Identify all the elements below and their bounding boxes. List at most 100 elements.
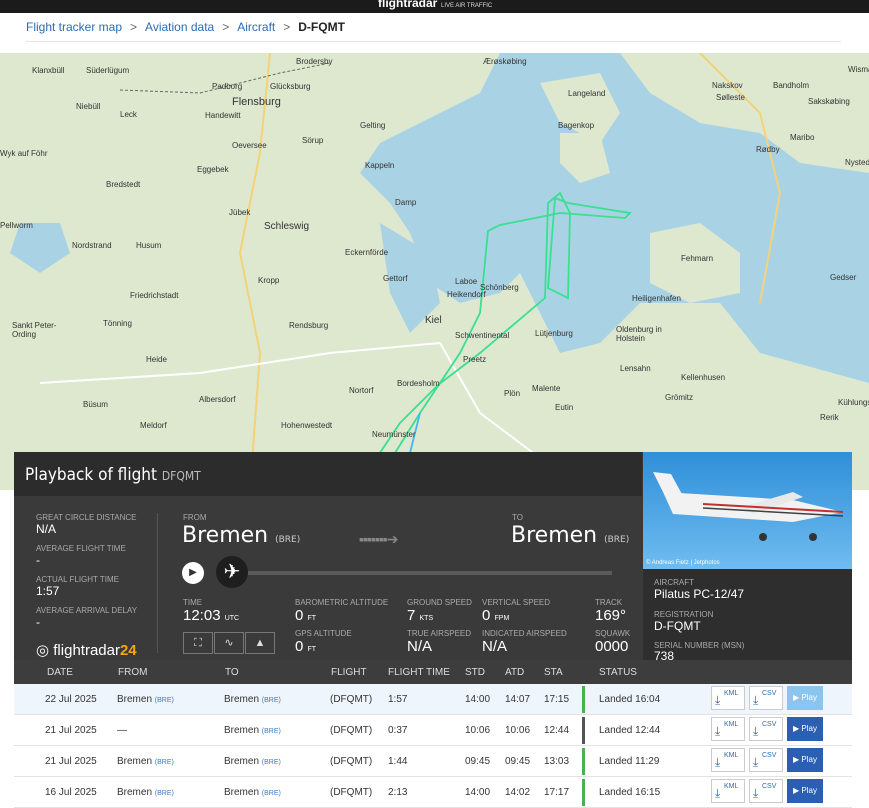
map-place-label: Lütjenburg	[535, 329, 573, 338]
play-flight-button[interactable]: ▶ Play	[787, 748, 823, 772]
cell-from[interactable]: Bremen (BRE)	[117, 756, 174, 767]
map-place-label: Oldenburg in Holstein	[616, 325, 662, 343]
play-flight-button[interactable]: ▶ Play	[787, 686, 823, 710]
fit-view-button[interactable]: ⛶	[183, 632, 213, 654]
indicated-airspeed-label: INDICATED AIRSPEED	[482, 629, 567, 638]
cell-from[interactable]: Bremen (BRE)	[117, 787, 174, 798]
vertical-speed-label: VERTICAL SPEED	[482, 598, 551, 607]
play-flight-button[interactable]: ▶ Play	[787, 779, 823, 803]
altitude-graph-button[interactable]: ▲	[245, 632, 275, 654]
map-place-label: Kropp	[258, 276, 280, 285]
true-airspeed-label: TRUE AIRSPEED	[407, 629, 472, 638]
vs-value-text: 0	[482, 607, 491, 624]
cell-sta: 17:17	[544, 787, 570, 798]
table-row[interactable]: 21 Jul 2025 Bremen (BRE) Bremen (BRE) (D…	[14, 746, 852, 777]
actual-flight-time-value: 1:57	[36, 584, 60, 598]
kml-download-button[interactable]: KML	[711, 779, 745, 803]
column-from: FROM	[118, 667, 148, 678]
plane-icon[interactable]: ✈	[216, 556, 248, 588]
csv-download-button[interactable]: CSV	[749, 717, 783, 741]
playback-timeline-slider[interactable]	[248, 571, 612, 575]
kml-download-button[interactable]: KML	[711, 717, 745, 741]
map-place-label: Rødby	[756, 145, 780, 154]
table-row[interactable]: 16 Jul 2025 Bremen (BRE) Bremen (BRE) (D…	[14, 777, 852, 808]
from-airport[interactable]: Bremen (BRE)	[182, 523, 300, 548]
cell-atd: 09:45	[505, 756, 531, 767]
cell-from[interactable]: Bremen (BRE)	[117, 694, 174, 705]
ground-speed-value: 7 KTS	[407, 607, 433, 624]
cell-to-code: (BRE)	[261, 759, 281, 766]
map-place-label: Padborg	[212, 82, 243, 91]
cell-flight: (DFQMT)	[330, 756, 373, 767]
map-place-label: Fehmarn	[681, 254, 714, 263]
status-indicator	[582, 717, 585, 744]
map-place-label: Glücksburg	[270, 82, 311, 91]
cell-to[interactable]: Bremen (BRE)	[224, 725, 281, 736]
route-arrow-icon: ▪▪▪▪▪▪▪➔	[359, 531, 398, 547]
breadcrumb-aircraft[interactable]: Aircraft	[237, 20, 275, 34]
flight-map[interactable]: Klanxbüll Süderlügum Padborg Glücksburg …	[0, 53, 869, 490]
map-place-label: Pellworm	[0, 221, 33, 230]
gs-unit: KTS	[419, 615, 434, 622]
cell-atd: 14:07	[505, 694, 531, 705]
map-place-label: Damp	[395, 198, 417, 207]
playback-play-button[interactable]: ▶	[182, 562, 204, 584]
map-place-label: Friedrichstadt	[130, 291, 179, 300]
cell-to-code: (BRE)	[261, 728, 281, 735]
play-flight-button[interactable]: ▶ Play	[787, 717, 823, 741]
cell-flight: (DFQMT)	[330, 725, 373, 736]
csv-download-button[interactable]: CSV	[749, 686, 783, 710]
cell-from-code: (BRE)	[154, 697, 174, 704]
cell-to-city: Bremen	[224, 725, 260, 736]
csv-download-button[interactable]: CSV	[749, 779, 783, 803]
csv-download-button[interactable]: CSV	[749, 748, 783, 772]
table-row[interactable]: 22 Jul 2025 Bremen (BRE) Bremen (BRE) (D…	[14, 684, 852, 715]
gs-value-text: 7	[407, 607, 416, 624]
gps-altitude-value: 0 FT	[295, 638, 316, 655]
cell-status: Landed 16:04	[599, 694, 661, 705]
map-place-label: Heide	[146, 355, 167, 364]
to-code: (BRE)	[604, 535, 630, 545]
cell-flight-time: 0:37	[388, 725, 408, 736]
cell-to[interactable]: Bremen (BRE)	[224, 787, 281, 798]
breadcrumb-aviation-data[interactable]: Aviation data	[145, 20, 214, 34]
cell-to-code: (BRE)	[261, 790, 281, 797]
cell-sta: 17:15	[544, 694, 570, 705]
ground-speed-label: GROUND SPEED	[407, 598, 472, 607]
vertical-divider	[157, 513, 158, 653]
map-place-label: Ærøskøbing	[483, 57, 527, 66]
map-place-label: Gedser	[830, 273, 857, 282]
site-logo[interactable]: flightradar	[378, 0, 437, 10]
to-airport[interactable]: Bremen (BRE)	[511, 523, 629, 548]
map-place-label: Leck	[120, 110, 137, 119]
cell-std: 10:06	[465, 725, 491, 736]
gps-unit: FT	[307, 646, 317, 653]
barometric-altitude-label: BAROMETRIC ALTITUDE	[295, 598, 389, 607]
map-place-label: Malente	[532, 384, 561, 393]
registration-label: REGISTRATION	[654, 610, 714, 619]
average-arrival-delay-value: -	[36, 615, 40, 629]
cell-to-city: Bremen	[224, 756, 260, 767]
cell-from-city: Bremen	[117, 787, 153, 798]
actual-flight-time-label: ACTUAL FLIGHT TIME	[36, 575, 119, 584]
from-code: (BRE)	[275, 535, 301, 545]
cell-from[interactable]: —	[117, 725, 127, 736]
table-row[interactable]: 21 Jul 2025 — Bremen (BRE) (DFQMT) 0:37 …	[14, 715, 852, 746]
cell-status: Landed 16:15	[599, 787, 661, 798]
kml-download-button[interactable]: KML	[711, 686, 745, 710]
gps-value-text: 0	[295, 638, 304, 655]
kml-download-button[interactable]: KML	[711, 748, 745, 772]
map-place-label: Langeland	[568, 89, 606, 98]
status-indicator	[582, 779, 585, 806]
from-label: FROM	[183, 513, 207, 522]
aircraft-photo[interactable]	[643, 452, 852, 569]
map-place-label: Plön	[504, 389, 521, 398]
cell-to[interactable]: Bremen (BRE)	[224, 756, 281, 767]
route-toggle-button[interactable]: ∿	[214, 632, 244, 654]
status-indicator	[582, 748, 585, 775]
aircraft-value: Pilatus PC-12/47	[654, 587, 745, 601]
map-place-label: Nysted	[845, 158, 869, 167]
breadcrumb-flight-tracker-map[interactable]: Flight tracker map	[26, 20, 122, 34]
cell-to[interactable]: Bremen (BRE)	[224, 694, 281, 705]
baro-value-text: 0	[295, 607, 304, 624]
